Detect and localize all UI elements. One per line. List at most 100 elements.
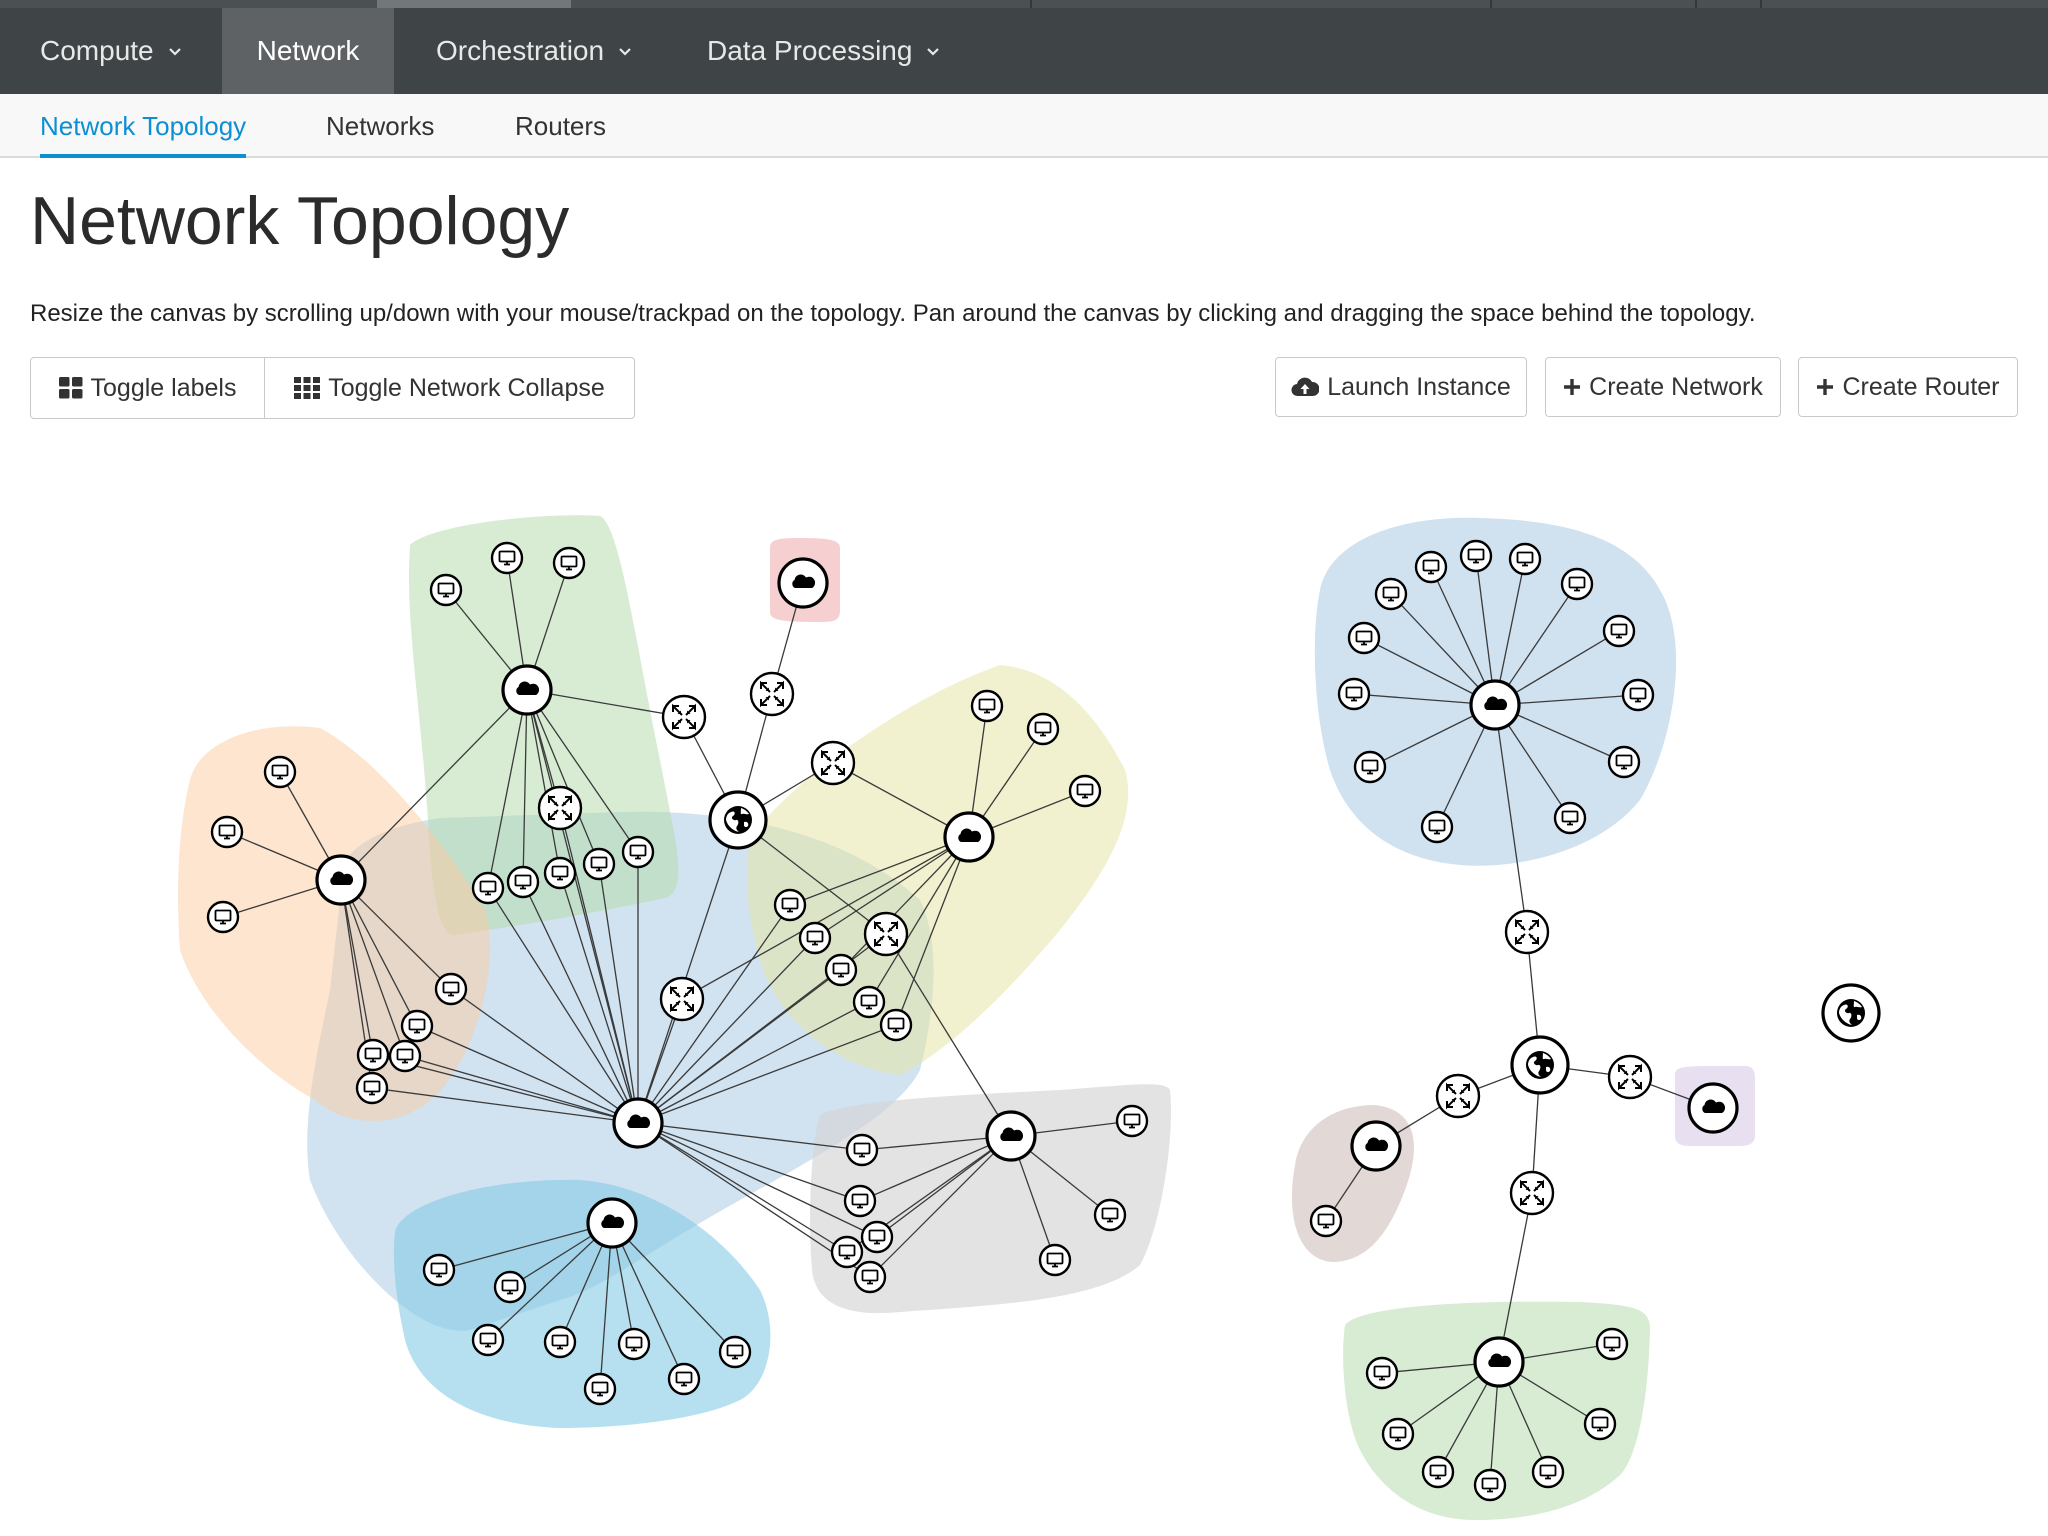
instance-node[interactable]	[1595, 1327, 1629, 1361]
instance-node[interactable]	[879, 1008, 913, 1042]
instance-node[interactable]	[471, 1323, 505, 1357]
instance-node[interactable]	[582, 847, 616, 881]
network-node[interactable]	[1473, 1336, 1525, 1388]
external-gateway-node[interactable]	[708, 790, 768, 850]
router-node[interactable]	[1504, 909, 1550, 955]
instance-node[interactable]	[1459, 539, 1493, 573]
instance-node[interactable]	[1374, 577, 1408, 611]
instance-node[interactable]	[1553, 801, 1587, 835]
instance-node[interactable]	[263, 755, 297, 789]
launch-instance-button[interactable]: Launch Instance	[1275, 357, 1527, 417]
instance-node[interactable]	[860, 1220, 894, 1254]
instance-node[interactable]	[853, 1260, 887, 1294]
instance-node[interactable]	[1068, 774, 1102, 808]
instance-node[interactable]	[824, 953, 858, 987]
router-node[interactable]	[810, 740, 856, 786]
instance-node[interactable]	[210, 815, 244, 849]
instance-node[interactable]	[667, 1362, 701, 1396]
tab-network-topology[interactable]: Network Topology	[40, 94, 247, 158]
network-node[interactable]	[777, 557, 829, 609]
instance-node[interactable]	[830, 1235, 864, 1269]
instance-node[interactable]	[1621, 678, 1655, 712]
nav-network[interactable]: Network	[222, 8, 394, 94]
network-node[interactable]	[586, 1197, 638, 1249]
toggle-network-collapse-button[interactable]: Toggle Network Collapse	[264, 357, 635, 419]
instance-node[interactable]	[400, 1009, 434, 1043]
instance-node[interactable]	[1420, 810, 1454, 844]
instance-node[interactable]	[429, 573, 463, 607]
external-gateway-node[interactable]	[1821, 983, 1881, 1043]
instance-node[interactable]	[1309, 1204, 1343, 1238]
instance-node[interactable]	[493, 1270, 527, 1304]
net-brown-hull	[1291, 1105, 1414, 1262]
instance-node[interactable]	[1026, 712, 1060, 746]
router-node[interactable]	[1435, 1073, 1481, 1119]
network-node[interactable]	[943, 811, 995, 863]
instance-node[interactable]	[1473, 1468, 1507, 1502]
instance-node[interactable]	[852, 985, 886, 1019]
network-node[interactable]	[1350, 1120, 1402, 1172]
instance-node[interactable]	[355, 1071, 389, 1105]
instance-node[interactable]	[543, 856, 577, 890]
router-node[interactable]	[1509, 1170, 1555, 1216]
instance-node[interactable]	[1508, 542, 1542, 576]
instance-node[interactable]	[1038, 1243, 1072, 1277]
router-node[interactable]	[1607, 1054, 1653, 1100]
instance-node[interactable]	[422, 1253, 456, 1287]
instance-node[interactable]	[621, 835, 655, 869]
instance-node[interactable]	[1560, 567, 1594, 601]
instance-node[interactable]	[1583, 1407, 1617, 1441]
instance-node[interactable]	[1365, 1356, 1399, 1390]
instance-node[interactable]	[773, 888, 807, 922]
instance-node[interactable]	[617, 1327, 651, 1361]
instance-node[interactable]	[845, 1133, 879, 1167]
instance-node[interactable]	[506, 865, 540, 899]
network-node[interactable]	[612, 1097, 664, 1149]
network-node[interactable]	[1687, 1082, 1739, 1134]
instance-node[interactable]	[718, 1335, 752, 1369]
router-node[interactable]	[659, 976, 705, 1022]
instance-node[interactable]	[1421, 1455, 1455, 1489]
instance-node[interactable]	[1115, 1104, 1149, 1138]
nav-compute[interactable]: Compute	[0, 8, 222, 94]
instance-node[interactable]	[552, 546, 586, 580]
instance-node[interactable]	[1381, 1417, 1415, 1451]
instance-node[interactable]	[1337, 677, 1371, 711]
instance-node[interactable]	[471, 871, 505, 905]
router-node[interactable]	[749, 671, 795, 717]
instance-node[interactable]	[798, 921, 832, 955]
instance-node[interactable]	[206, 900, 240, 934]
tab-routers[interactable]: Routers	[515, 94, 606, 158]
instance-node[interactable]	[970, 689, 1004, 723]
instance-node[interactable]	[1414, 550, 1448, 584]
instance-node[interactable]	[1607, 745, 1641, 779]
instance-node[interactable]	[543, 1325, 577, 1359]
instance-node[interactable]	[388, 1039, 422, 1073]
instance-node[interactable]	[1093, 1198, 1127, 1232]
instance-node[interactable]	[843, 1184, 877, 1218]
network-node[interactable]	[1469, 679, 1521, 731]
tab-networks[interactable]: Networks	[326, 94, 434, 158]
nav-orchestration[interactable]: Orchestration	[394, 8, 664, 94]
instance-node[interactable]	[1531, 1455, 1565, 1489]
network-node[interactable]	[315, 854, 367, 906]
network-node[interactable]	[985, 1110, 1037, 1162]
instance-node[interactable]	[1602, 614, 1636, 648]
instance-node[interactable]	[583, 1372, 617, 1406]
instance-node[interactable]	[434, 972, 468, 1006]
topology-canvas[interactable]	[0, 430, 2048, 1536]
nav-data-processing[interactable]: Data Processing	[664, 8, 954, 94]
instance-node[interactable]	[490, 541, 524, 575]
instance-node[interactable]	[356, 1038, 390, 1072]
router-node[interactable]	[537, 785, 583, 831]
create-router-button[interactable]: Create Router	[1798, 357, 2018, 417]
tab-routers-label: Routers	[515, 110, 607, 141]
instance-node[interactable]	[1347, 621, 1381, 655]
instance-node[interactable]	[1353, 750, 1387, 784]
router-node[interactable]	[661, 694, 707, 740]
create-network-button[interactable]: Create Network	[1545, 357, 1781, 417]
toggle-labels-button[interactable]: Toggle labels	[30, 357, 265, 419]
router-node[interactable]	[863, 911, 909, 957]
external-gateway-node[interactable]	[1510, 1035, 1570, 1095]
network-node[interactable]	[501, 664, 553, 716]
